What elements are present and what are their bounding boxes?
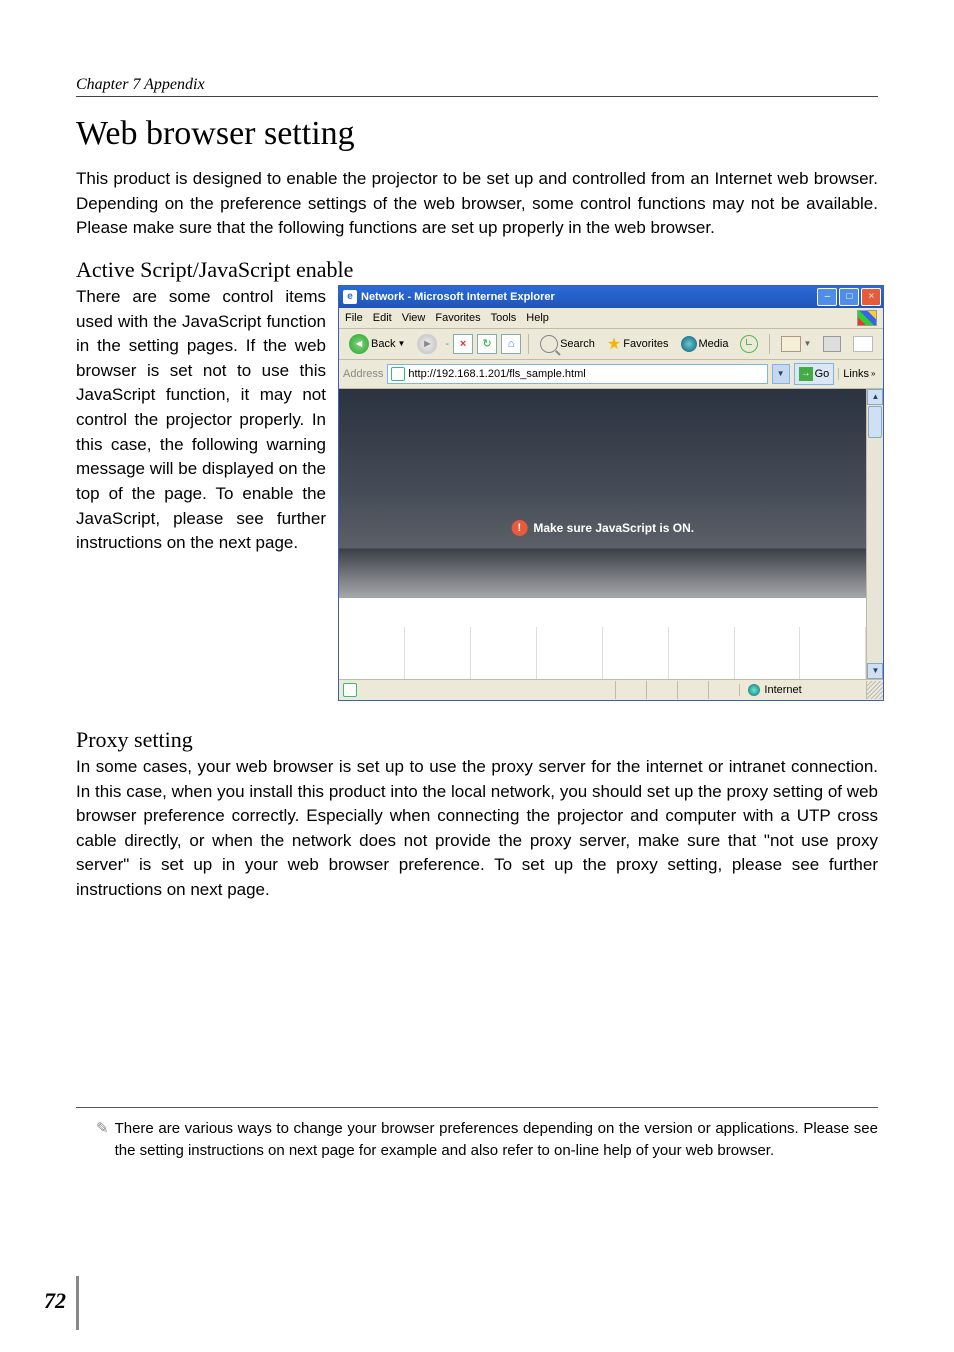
section-body-js: There are some control items used with t…: [76, 285, 326, 556]
section-heading-proxy: Proxy setting: [76, 727, 878, 753]
status-cells: [615, 681, 739, 699]
maximize-button[interactable]: □: [839, 288, 859, 306]
media-button[interactable]: Media: [677, 334, 733, 354]
history-icon: [740, 335, 758, 353]
scroll-down-icon[interactable]: ▼: [867, 663, 883, 679]
page-icon: [391, 367, 405, 381]
mail-icon: [781, 336, 801, 352]
search-button[interactable]: Search: [536, 333, 599, 355]
links-button[interactable]: Links »: [838, 368, 879, 380]
page-number: 72: [44, 1288, 66, 1314]
ie-titlebar: e Network - Microsoft Internet Explorer …: [339, 286, 883, 308]
status-page-icon: [343, 683, 357, 697]
chapter-header: Chapter 7 Appendix: [76, 76, 878, 97]
ie-address-bar: Address http://192.168.1.201/fls_sample.…: [339, 360, 883, 389]
star-icon: ★: [607, 334, 621, 354]
page-number-bar: [76, 1276, 79, 1330]
intro-paragraph: This product is designed to enable the p…: [76, 167, 878, 241]
minimize-button[interactable]: –: [817, 288, 837, 306]
ie-toolbar: ◄ Back ▼ ► - × ↻ ⌂ Search ★ Favori: [339, 329, 883, 360]
toolbar-separator-2: [769, 334, 770, 354]
page-title: Web browser setting: [76, 115, 878, 153]
ie-menubar: File Edit View Favorites Tools Help: [339, 308, 883, 329]
menu-tools[interactable]: Tools: [491, 312, 517, 324]
forward-button[interactable]: ►: [413, 332, 441, 356]
edit-icon: [853, 336, 873, 352]
footnote-text: There are various ways to change your br…: [115, 1118, 878, 1162]
media-icon: [681, 336, 697, 352]
refresh-button[interactable]: ↻: [477, 334, 497, 354]
address-field[interactable]: http://192.168.1.201/fls_sample.html: [387, 364, 767, 384]
media-label: Media: [699, 338, 729, 350]
chevron-down-icon: ▼: [803, 339, 811, 348]
print-icon: [823, 336, 841, 352]
history-button[interactable]: [736, 333, 762, 355]
js-warning-message: ! Make sure JavaScript is ON.: [511, 520, 694, 536]
zone-label: Internet: [764, 684, 801, 696]
menu-file[interactable]: File: [345, 312, 363, 324]
search-icon: [540, 335, 558, 353]
windows-flag-icon: [857, 310, 877, 326]
menu-favorites[interactable]: Favorites: [435, 312, 480, 324]
chevron-down-icon: ▼: [397, 339, 405, 348]
ie-window-title: Network - Microsoft Internet Explorer: [361, 291, 555, 303]
go-label: Go: [815, 368, 830, 380]
content-dividers: [339, 627, 866, 679]
edit-button[interactable]: [849, 334, 877, 354]
section-heading-js: Active Script/JavaScript enable: [76, 257, 878, 283]
go-arrow-icon: →: [799, 367, 813, 381]
forward-arrow-icon: ►: [417, 334, 437, 354]
close-button[interactable]: ×: [861, 288, 881, 306]
links-chevron-icon: »: [871, 369, 875, 378]
stop-button[interactable]: ×: [453, 334, 473, 354]
address-label: Address: [343, 368, 383, 380]
favorites-button[interactable]: ★ Favorites: [603, 332, 673, 356]
menu-edit[interactable]: Edit: [373, 312, 392, 324]
section-body-proxy: In some cases, your web browser is set u…: [76, 755, 878, 903]
ie-screenshot: e Network - Microsoft Internet Explorer …: [338, 285, 884, 701]
resize-grip-icon[interactable]: [866, 681, 883, 699]
note-icon: ✎: [96, 1118, 109, 1162]
address-value: http://192.168.1.201/fls_sample.html: [408, 368, 585, 380]
footnote: ✎ There are various ways to change your …: [96, 1118, 878, 1162]
go-button[interactable]: → Go: [794, 363, 835, 385]
favorites-label: Favorites: [623, 338, 668, 350]
back-arrow-icon: ◄: [349, 334, 369, 354]
globe-icon: [748, 684, 760, 696]
menu-help[interactable]: Help: [526, 312, 549, 324]
toolbar-separator: [528, 334, 529, 354]
menu-view[interactable]: View: [402, 312, 426, 324]
warning-icon: !: [511, 520, 527, 536]
links-label: Links: [843, 368, 869, 380]
vertical-scrollbar[interactable]: ▲ ▼: [866, 389, 883, 679]
separator-dash: -: [445, 338, 449, 350]
home-button[interactable]: ⌂: [501, 334, 521, 354]
search-label: Search: [560, 338, 595, 350]
address-dropdown[interactable]: ▼: [772, 364, 790, 384]
js-warning-text: Make sure JavaScript is ON.: [533, 521, 694, 535]
scroll-up-icon[interactable]: ▲: [867, 389, 883, 405]
ie-content-area: ! Make sure JavaScript is ON.: [339, 389, 866, 679]
ie-logo-icon: e: [343, 290, 357, 304]
security-zone: Internet: [739, 684, 866, 696]
print-button[interactable]: [819, 334, 845, 354]
ie-statusbar: Internet: [339, 679, 883, 700]
back-label: Back: [371, 338, 395, 350]
footer-rule: [76, 1107, 878, 1108]
mail-button[interactable]: ▼: [777, 334, 815, 354]
scroll-thumb[interactable]: [868, 406, 882, 438]
back-button[interactable]: ◄ Back ▼: [345, 332, 409, 356]
